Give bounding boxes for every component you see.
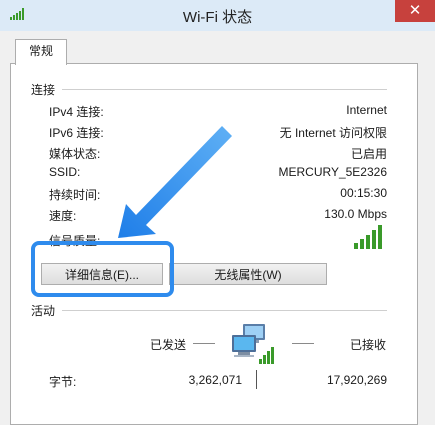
duration-value: 00:15:30: [340, 186, 387, 200]
bytes-sent-value: 3,262,071: [188, 373, 242, 387]
ipv4-value: Internet: [346, 103, 387, 117]
network-computers-icon: [229, 322, 279, 369]
window-title: Wi-Fi 状态: [182, 9, 253, 26]
tab-general[interactable]: 常规: [15, 39, 67, 65]
sent-label: 已发送: [150, 338, 187, 352]
sent-divider: [193, 343, 215, 344]
speed-value: 130.0 Mbps: [324, 207, 387, 221]
ssid-value: MERCURY_5E2326: [278, 165, 388, 179]
received-label: 已接收: [350, 338, 387, 352]
connection-group-divider: [62, 89, 387, 90]
ipv4-label: IPv4 连接:: [49, 105, 104, 119]
activity-group-label: 活动: [31, 304, 56, 318]
signal-quality-icon: [354, 225, 384, 249]
ipv6-value: 无 Internet 访问权限: [279, 126, 387, 140]
close-button[interactable]: ✕: [395, 0, 435, 22]
ssid-label: SSID:: [49, 165, 81, 179]
bytes-label: 字节:: [49, 375, 77, 389]
duration-label: 持续时间:: [49, 188, 101, 202]
connection-group-label: 连接: [31, 83, 56, 97]
pointer-arrow-icon: [110, 120, 240, 253]
media-state-value: 已启用: [350, 147, 387, 161]
wireless-properties-button[interactable]: 无线属性(W): [169, 263, 327, 285]
received-divider: [292, 343, 314, 344]
bytes-received-value: 17,920,269: [326, 373, 387, 387]
speed-label: 速度:: [49, 209, 77, 223]
media-state-label: 媒体状态:: [49, 147, 101, 161]
ipv6-label: IPv6 连接:: [49, 126, 104, 140]
activity-group-divider: [62, 310, 387, 311]
bytes-separator: [256, 370, 257, 389]
